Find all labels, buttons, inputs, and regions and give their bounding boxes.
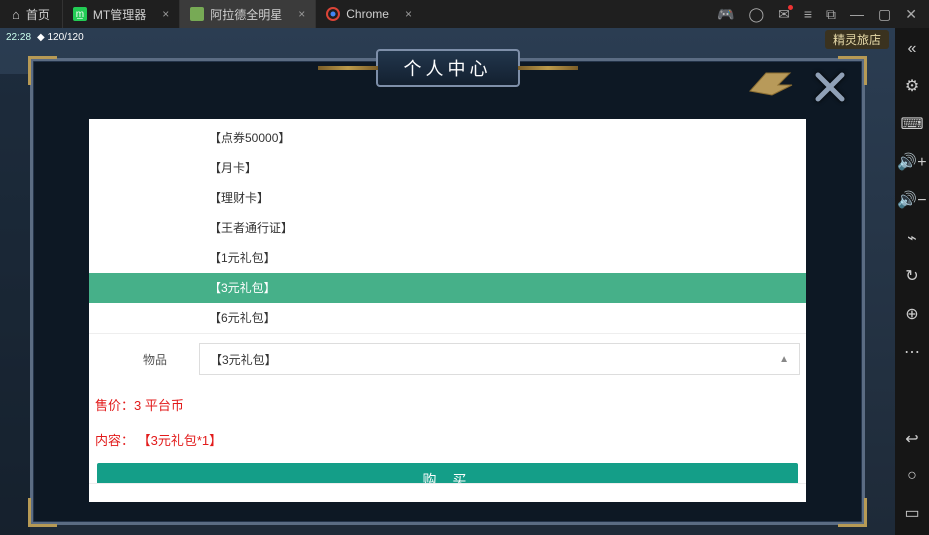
option-3yuan-pack[interactable]: 【3元礼包】 — [89, 273, 806, 303]
tab-mt-manager[interactable]: m̲ MT管理器 × — [62, 0, 179, 28]
option-king-pass[interactable]: 【王者通行证】 — [89, 213, 806, 243]
chevron-up-icon: ▲ — [779, 354, 789, 365]
option-finance-card[interactable]: 【理财卡】 — [89, 183, 806, 213]
hp-counter: ◆ 120/120 — [37, 32, 84, 43]
key-icon[interactable]: ⌁ — [907, 228, 917, 248]
mail-icon[interactable]: ✉ — [778, 6, 790, 23]
close-icon[interactable]: × — [298, 7, 305, 21]
mt-icon: m̲ — [73, 7, 87, 21]
price-line: 售价：3 平台币 — [95, 395, 800, 414]
reload-icon[interactable]: ↻ — [905, 266, 918, 286]
tab-chrome[interactable]: Chrome × — [315, 0, 422, 28]
menu-icon[interactable]: ≡ — [804, 6, 812, 22]
home-button[interactable]: ⌂ 首页 — [0, 0, 62, 28]
personal-center-modal: 个人中心 【点券50000】 【月卡】 【理财卡】 【王者通行证】 【1元礼包】… — [30, 58, 865, 525]
home-label: 首页 — [26, 6, 50, 23]
dropdown-option-list: 【点券50000】 【月卡】 【理财卡】 【王者通行证】 【1元礼包】 【3元礼… — [89, 119, 806, 334]
content-line: 内容： 【3元礼包*1】 — [95, 430, 800, 449]
option-1yuan-pack[interactable]: 【1元礼包】 — [89, 243, 806, 273]
window-controls: 🎮 ◯ ✉ ≡ ⧉ — ▢ ✕ — [705, 0, 929, 28]
home-nav-icon[interactable]: ○ — [907, 467, 917, 485]
tab-label: 阿拉德全明星 — [210, 6, 282, 23]
item-selector-row: 物品 【3元礼包】 ▲ — [89, 343, 806, 375]
option-6yuan-pack[interactable]: 【6元礼包】 — [89, 303, 806, 333]
chrome-icon — [326, 7, 340, 21]
tab-label: MT管理器 — [93, 6, 146, 23]
close-window-icon[interactable]: ✕ — [905, 6, 917, 23]
shop-panel: 【点券50000】 【月卡】 【理财卡】 【王者通行证】 【1元礼包】 【3元礼… — [89, 119, 806, 502]
maximize-icon[interactable]: ▢ — [878, 6, 891, 23]
close-icon[interactable]: × — [162, 7, 169, 21]
item-select-label: 物品 — [89, 351, 199, 368]
shop-label[interactable]: 精灵旅店 — [825, 30, 889, 49]
purchase-details: 售价：3 平台币 内容： 【3元礼包*1】 购 买 — [89, 381, 806, 497]
home-icon: ⌂ — [12, 7, 20, 22]
modal-title-plate: 个人中心 — [376, 49, 520, 87]
expand-icon[interactable]: ⧉ — [826, 6, 836, 23]
user-icon[interactable]: ◯ — [748, 6, 764, 23]
gamepad-icon[interactable]: 🎮 — [717, 6, 734, 23]
game-time: 22:28 — [6, 32, 31, 43]
recent-icon[interactable]: ▭ — [904, 503, 919, 523]
minimize-icon[interactable]: — — [850, 6, 864, 22]
close-modal-button[interactable] — [810, 67, 850, 107]
close-icon[interactable]: × — [405, 7, 412, 21]
game-logo — [744, 67, 798, 99]
game-viewport: 22:28 ◆ 120/120 精灵旅店 个人中心 【点券50000】 【月卡】… — [0, 28, 895, 535]
keyboard-icon[interactable]: ⌨ — [900, 114, 923, 134]
collapse-icon[interactable]: « — [908, 40, 917, 58]
game-statusbar: 22:28 ◆ 120/120 — [0, 28, 895, 46]
add-window-icon[interactable]: ⊕ — [905, 304, 918, 324]
game-icon — [190, 7, 204, 21]
settings-icon[interactable]: ⚙ — [905, 76, 919, 96]
modal-title: 个人中心 — [404, 55, 492, 81]
option-coupon-50000[interactable]: 【点券50000】 — [89, 123, 806, 153]
tab-strip: m̲ MT管理器 × 阿拉德全明星 × Chrome × — [62, 0, 422, 28]
volume-up-icon[interactable]: 🔊+ — [897, 152, 926, 172]
item-select-value: 【3元礼包】 — [210, 351, 277, 368]
item-select-dropdown[interactable]: 【3元礼包】 ▲ — [199, 343, 800, 375]
next-section-edge — [89, 483, 806, 502]
volume-down-icon[interactable]: 🔊− — [897, 190, 926, 210]
option-monthly-card[interactable]: 【月卡】 — [89, 153, 806, 183]
emulator-right-rail: « ⚙ ⌨ 🔊+ 🔊− ⌁ ↻ ⊕ ⋯ ↩ ○ ▭ — [895, 28, 929, 535]
tab-arad-allstar[interactable]: 阿拉德全明星 × — [179, 0, 315, 28]
more-icon[interactable]: ⋯ — [904, 342, 920, 362]
back-icon[interactable]: ↩ — [905, 429, 918, 449]
game-left-sidebar — [0, 74, 30, 535]
emulator-topbar: ⌂ 首页 m̲ MT管理器 × 阿拉德全明星 × Chrome × 🎮 ◯ ✉ … — [0, 0, 929, 28]
tab-label: Chrome — [346, 7, 389, 21]
